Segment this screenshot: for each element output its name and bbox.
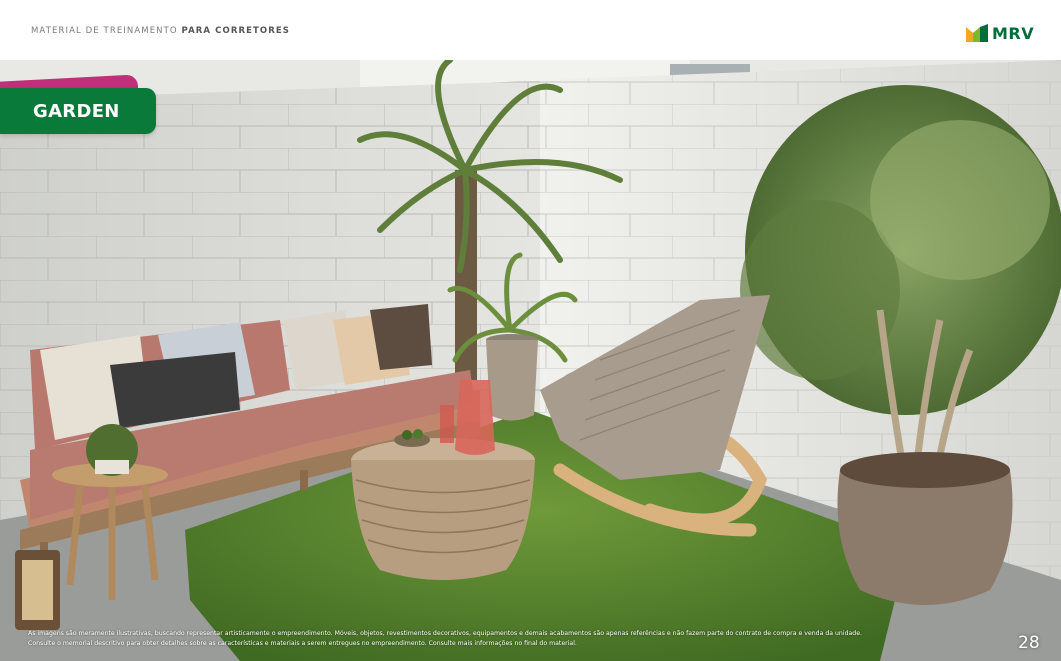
disclaimer-line-2: Consulte o memorial descritivo para obte… [28, 639, 577, 647]
page-number: 28 [1018, 633, 1040, 653]
header-title-bold: PARA CORRETORES [181, 26, 291, 36]
mrv-logo: MRV [966, 23, 1034, 43]
section-label-badge: GARDEN [0, 88, 156, 134]
header-title-regular: MATERIAL DE TREINAMENTO [31, 26, 178, 36]
legal-disclaimer: As imagens são meramente ilustrativas, b… [28, 629, 988, 648]
section-label: GARDEN [33, 100, 120, 122]
garden-illustration [0, 60, 1061, 661]
header-title: MATERIAL DE TREINAMENTO PARA CORRETORES [31, 26, 290, 36]
logo-text: MRV [992, 23, 1035, 43]
disclaimer-line-1: As imagens são meramente ilustrativas, b… [28, 630, 862, 637]
page-header: MATERIAL DE TREINAMENTO PARA CORRETORES … [0, 0, 1061, 60]
garden-photo [0, 60, 1061, 661]
mrv-logo-icon [966, 24, 988, 42]
